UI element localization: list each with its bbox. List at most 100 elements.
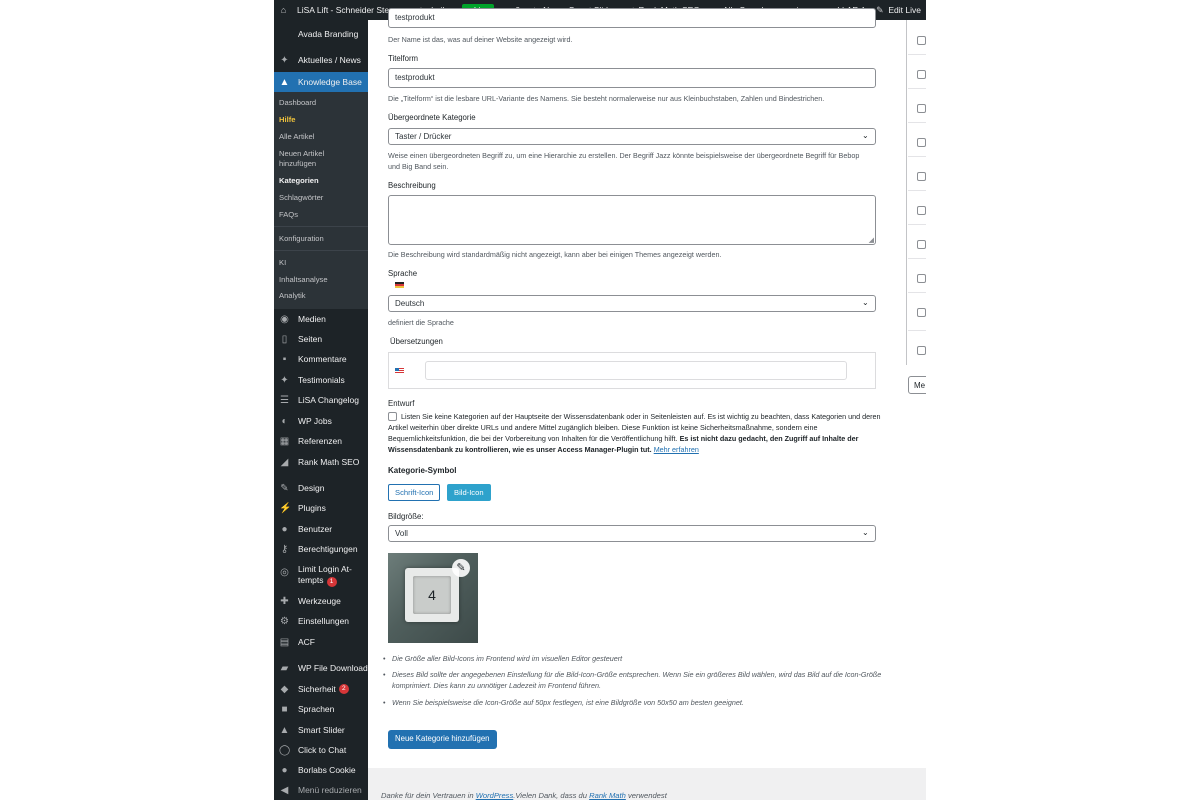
rank-math-icon: ◢ — [280, 456, 289, 468]
sidebar-item-seiten[interactable]: ▯ Seiten — [274, 329, 368, 349]
edit-pencil-icon[interactable]: ✎ — [452, 559, 470, 577]
translation-input[interactable] — [425, 361, 847, 380]
language-description: definiert die Sprache — [388, 318, 454, 327]
jobs-icon: ◐ — [281, 415, 288, 427]
sidebar-item-plugins[interactable]: ⚡ Plugins — [274, 498, 368, 518]
sidebar-item-label: Berechtigungen — [298, 544, 358, 554]
sidebar-item-label: Plugins — [298, 503, 326, 513]
name-input[interactable]: testprodukt — [388, 8, 876, 28]
referenzen-icon: ▦ — [279, 435, 290, 447]
collapse-menu-button[interactable]: ◀ Menü reduzieren — [274, 780, 368, 800]
row-checkbox[interactable] — [917, 346, 926, 355]
sidebar-item-benutzer[interactable]: ● Benutzer — [274, 519, 368, 539]
row-checkbox[interactable] — [917, 36, 926, 45]
sidebar-item-design[interactable]: ✎ Design — [274, 478, 368, 498]
image-icon-button[interactable]: Bild-Icon — [447, 484, 491, 501]
plug-icon: ⚡ — [279, 502, 292, 514]
row-checkbox[interactable] — [917, 274, 926, 283]
row-divider — [908, 156, 926, 157]
font-icon-button[interactable]: Schrift-Icon — [388, 484, 441, 501]
sidebar-item-news[interactable]: ✦ Aktuelles / News — [274, 50, 368, 70]
wordpress-link[interactable]: WordPress — [476, 791, 514, 800]
sidebar-item-acf[interactable]: ▤ ACF — [274, 632, 368, 652]
sidebar-item-label: Rank Math SEO — [298, 457, 360, 467]
sidebar-item-label: Seiten — [298, 334, 323, 344]
bulk-action-button[interactable]: Me — [908, 376, 926, 394]
sidebar-item-berechtigungen[interactable]: ⚷ Berechtigungen — [274, 539, 368, 559]
sidebar-item-werkzeuge[interactable]: ✚ Werkzeuge — [274, 591, 368, 611]
edit-live-link[interactable]: ✎ Edit Live — [870, 0, 926, 20]
submenu-dashboard[interactable]: Dashboard — [279, 98, 363, 108]
sidebar-item-label: Sprachen — [298, 704, 335, 714]
submenu-faqs[interactable]: FAQs — [279, 210, 363, 220]
sidebar-item-medien[interactable]: ◉ Medien — [274, 309, 368, 329]
sidebar-item-changelog[interactable]: ☰ LiSA Changelog — [274, 390, 368, 410]
hint-bullet-3: Wenn Sie beispielsweise die Icon-Größe a… — [383, 697, 902, 708]
sidebar-item-knowledge-base[interactable]: ▲ Knowledge Base — [274, 72, 368, 92]
slug-input[interactable]: testprodukt — [388, 68, 876, 88]
description-textarea[interactable]: ◢ — [388, 195, 876, 245]
row-checkbox[interactable] — [917, 240, 926, 249]
sidebar-item-smart-slider[interactable]: ▲ Smart Slider — [274, 720, 368, 740]
icon-section-heading: Kategorie-Symbol — [388, 466, 457, 475]
sidebar-item-borlabs[interactable]: ● Borlabs Cookie — [274, 760, 368, 780]
row-checkbox[interactable] — [917, 138, 926, 147]
row-checkbox[interactable] — [917, 172, 926, 181]
submenu-kategorien[interactable]: Kategorien — [279, 176, 363, 186]
add-category-button[interactable]: Neue Kategorie hinzufügen — [388, 730, 497, 749]
translations-label: Übersetzungen — [390, 337, 443, 346]
sidebar-item-rank-math[interactable]: ◢ Rank Math SEO — [274, 452, 368, 472]
row-checkbox[interactable] — [917, 206, 926, 215]
translations-box — [388, 352, 876, 389]
parent-select[interactable]: Taster / Drücker ⌄ — [388, 128, 876, 145]
row-checkbox[interactable] — [917, 308, 926, 317]
footer-prefix: Danke für dein Vertrauen in — [381, 791, 476, 800]
row-divider — [908, 292, 926, 293]
submenu-alle-artikel[interactable]: Alle Artikel — [279, 132, 363, 142]
name-value: testprodukt — [395, 13, 435, 22]
submenu-hilfe[interactable]: Hilfe — [279, 115, 363, 125]
sidebar-item-kommentare[interactable]: ▪ Kommentare — [274, 349, 368, 369]
submenu-schlagwoerter[interactable]: Schlagwörter — [279, 193, 363, 203]
sidebar-item-label: WP Jobs — [298, 416, 332, 426]
sidebar-item-referenzen[interactable]: ▦ Referenzen — [274, 431, 368, 451]
graduation-cap-icon: ▲ — [279, 76, 290, 88]
draft-description: Listen Sie keine Kategorien auf der Haup… — [388, 411, 893, 455]
submenu-konfiguration[interactable]: Konfiguration — [279, 234, 363, 244]
language-select[interactable]: Deutsch ⌄ — [388, 295, 876, 312]
sidebar-item-limit-login[interactable]: ◎ Limit Login At- tempts 1 — [274, 561, 368, 589]
sidebar-item-sprachen[interactable]: ■ Sprachen — [274, 699, 368, 719]
main-content: testprodukt Der Name ist das, was auf de… — [368, 8, 926, 800]
sidebar-item-avada[interactable]: Avada Branding — [274, 24, 368, 44]
parent-label: Übergeordnete Kategorie — [388, 113, 476, 122]
brush-icon: ✎ — [280, 482, 289, 494]
sicherheit-badge: 2 — [338, 684, 349, 694]
submenu-neuen-artikel[interactable]: Neuen Artikel hinzufügen — [279, 149, 339, 169]
sidebar-item-einstellungen[interactable]: ⚙ Einstellungen — [274, 611, 368, 631]
limit-login-text: Limit Login At- tempts 1 — [298, 564, 352, 587]
row-divider — [908, 88, 926, 89]
sidebar-item-wp-file-download[interactable]: ▰ WP File Download — [274, 658, 368, 678]
rank-math-link[interactable]: Rank Math — [589, 791, 626, 800]
submenu-analytik[interactable]: Analytik — [279, 291, 363, 301]
sidebar-item-sicherheit[interactable]: ◆ Sicherheit 2 — [274, 679, 368, 699]
submenu-ki[interactable]: KI — [279, 258, 363, 268]
row-checkbox[interactable] — [917, 70, 926, 79]
knowledge-base-submenu: Dashboard Hilfe Alle Artikel Neuen Artik… — [274, 92, 368, 309]
resize-handle-icon[interactable]: ◢ — [869, 236, 874, 244]
sidebar-item-testimonials[interactable]: ✦ Testimonials — [274, 370, 368, 390]
submenu-inhaltsanalyse[interactable]: Inhaltsanalyse — [279, 275, 363, 285]
wordpress-logo-icon: ⌂ — [280, 4, 287, 15]
row-checkbox[interactable] — [917, 104, 926, 113]
language-value: Deutsch — [395, 299, 425, 308]
sidebar-item-wp-jobs[interactable]: ◐ WP Jobs — [274, 411, 368, 431]
category-image-preview[interactable]: 4 ✎ — [388, 553, 478, 643]
image-size-select[interactable]: Voll ⌄ — [388, 525, 876, 542]
fingerprint-icon: ◎ — [280, 567, 289, 578]
wp-logo-button[interactable]: ⌂ — [274, 0, 297, 20]
draft-learn-more-link[interactable]: Mehr erfahren — [654, 445, 699, 454]
row-divider — [908, 122, 926, 123]
sidebar-item-label: tempts — [298, 575, 324, 585]
sidebar-item-click-to-chat[interactable]: ◯ Click to Chat — [274, 740, 368, 760]
slug-description: Die „Titelform“ ist die lesbare URL-Vari… — [388, 94, 825, 103]
